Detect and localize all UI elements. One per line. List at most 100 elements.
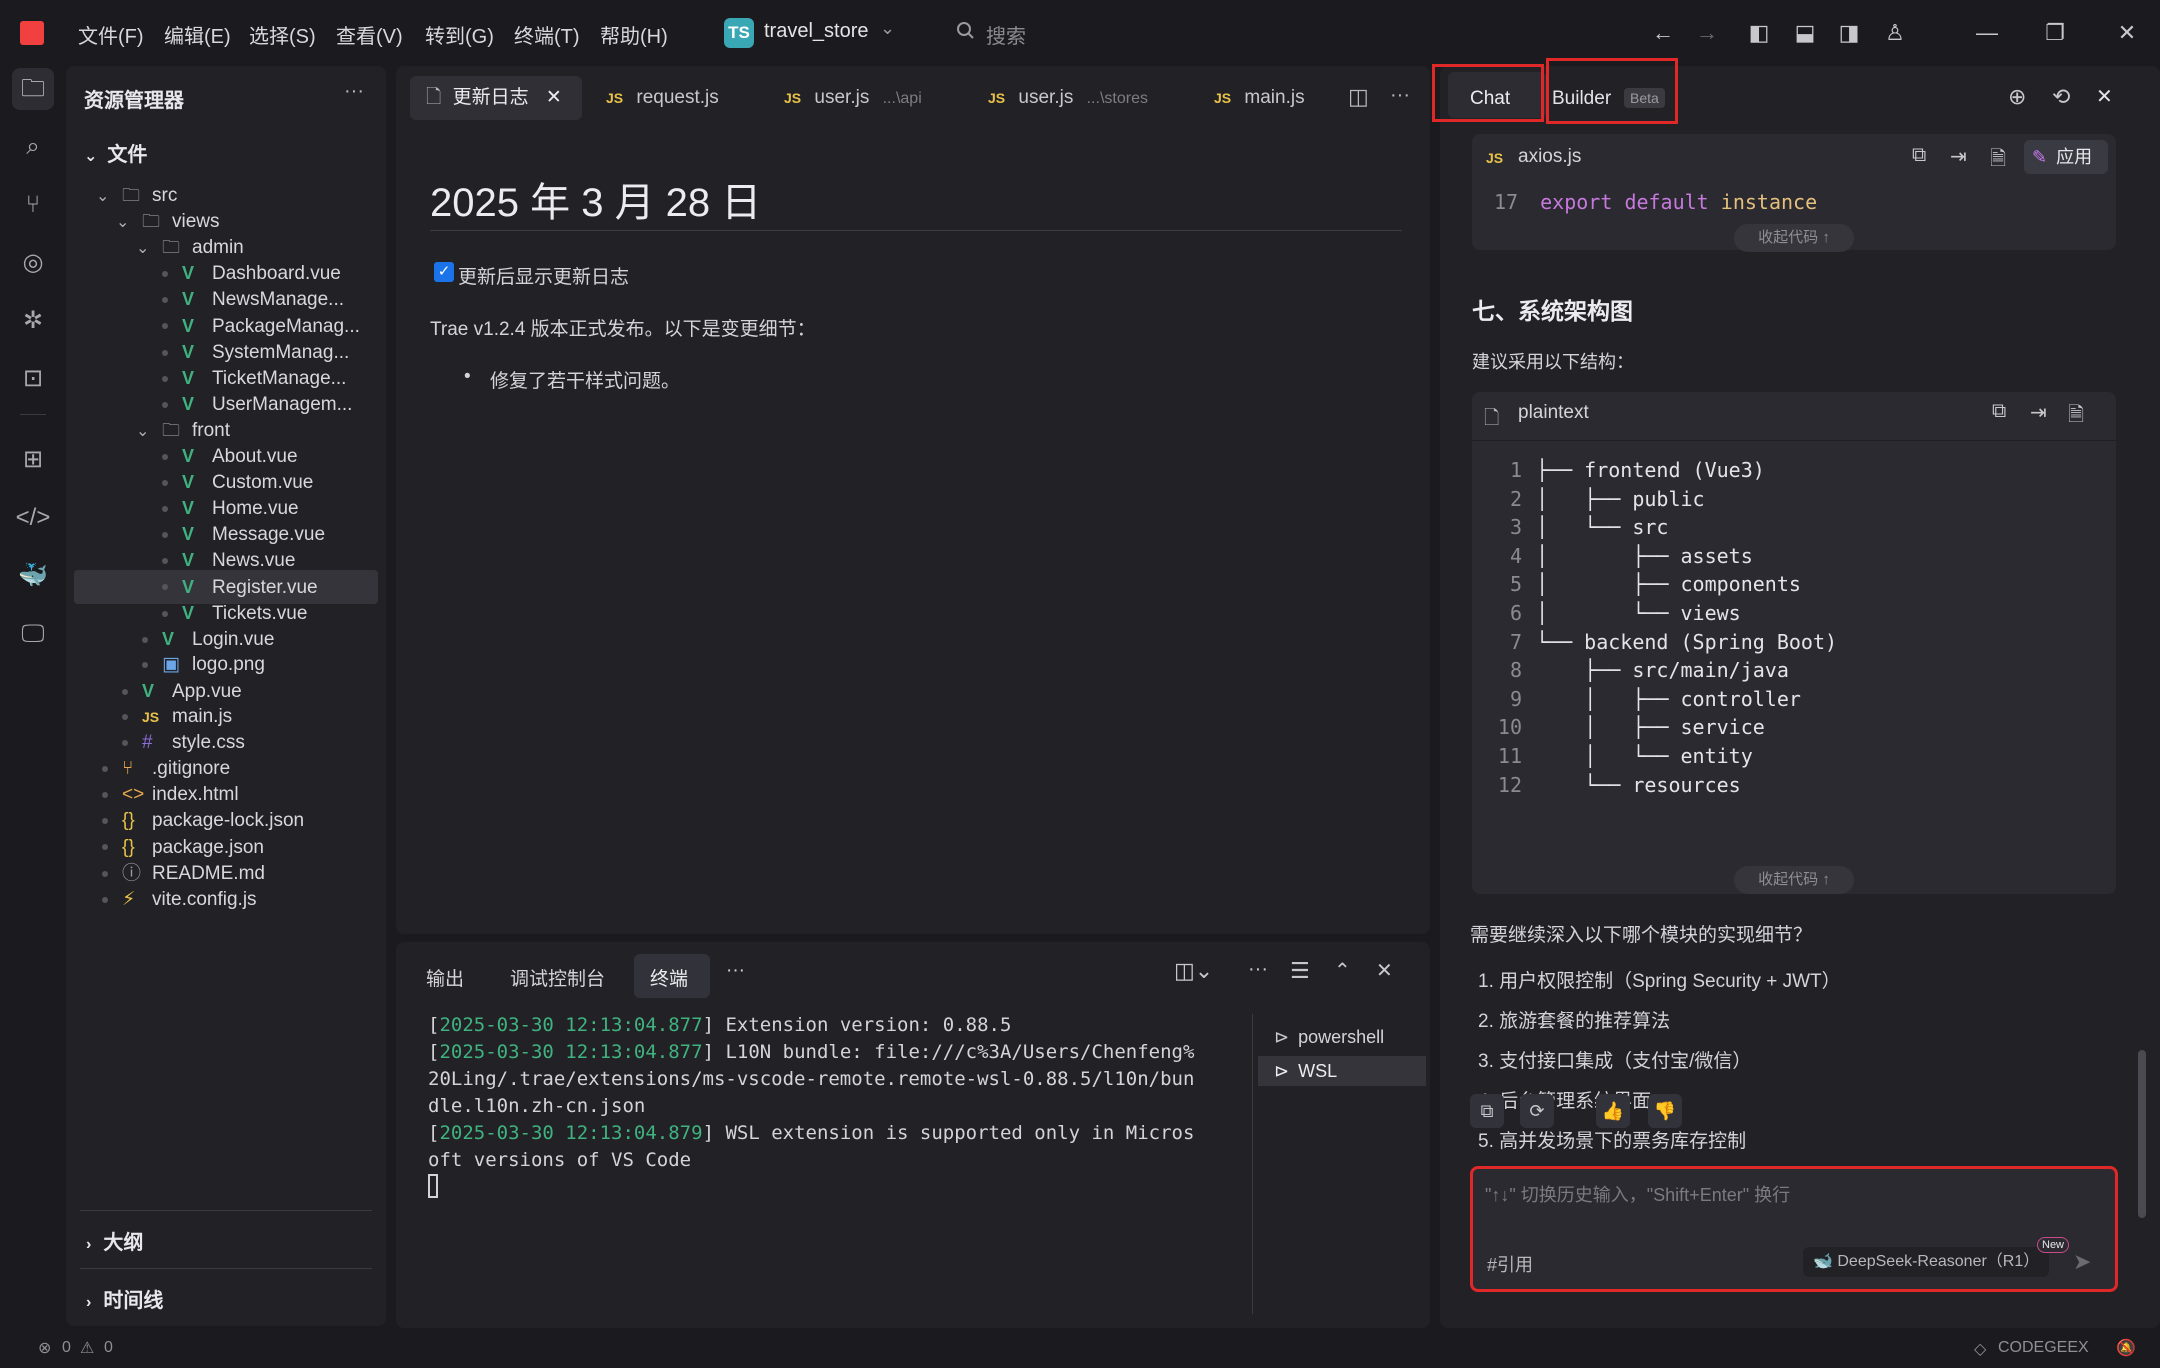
- send-icon[interactable]: ➤: [2073, 1249, 2091, 1275]
- search-icon[interactable]: [956, 20, 976, 48]
- chat-input-box[interactable]: "↑↓" 切换历史输入，"Shift+Enter" 换行 #引用 🐋 DeepS…: [1470, 1166, 2118, 1292]
- more-actions-icon[interactable]: ···: [1390, 84, 1410, 107]
- highlight-chat-tab: [1432, 64, 1544, 122]
- tab-output[interactable]: 输出: [426, 964, 464, 991]
- tree-item-label: Tickets.vue: [212, 602, 308, 624]
- apply-icon: ✎: [2032, 147, 2048, 167]
- back-arrow-icon[interactable]: ←: [1648, 18, 1678, 48]
- tree-item-label: Home.vue: [212, 498, 299, 520]
- collapse-code-button[interactable]: 收起代码 ↑: [1734, 224, 1854, 252]
- section-outline-header[interactable]: › 大纲: [86, 1226, 143, 1255]
- more-actions-icon[interactable]: ···: [344, 80, 364, 103]
- docker-icon[interactable]: 🐳: [12, 555, 54, 597]
- apply-button[interactable]: ✎ 应用: [2024, 140, 2108, 174]
- project-name[interactable]: travel_store: [764, 20, 869, 43]
- remote-window-icon[interactable]: ⊡: [12, 358, 54, 400]
- insert-icon[interactable]: ⇥: [2030, 400, 2047, 425]
- menu-terminal[interactable]: 终端(T): [514, 20, 580, 49]
- warning-count[interactable]: 0: [104, 1339, 113, 1357]
- close-icon[interactable]: ✕: [546, 87, 562, 108]
- section-files-header[interactable]: ⌄ 文件: [84, 138, 147, 167]
- menu-edit[interactable]: 编辑(E): [164, 20, 231, 49]
- remote-monitor-icon[interactable]: 🖵: [12, 613, 54, 655]
- copy-response-icon[interactable]: ⧉: [1470, 1094, 1504, 1128]
- copy-icon[interactable]: ⧉: [1912, 144, 1926, 167]
- tab-user-js-api[interactable]: JS user.js ...\api: [784, 76, 922, 120]
- search-activity-icon[interactable]: ⌕: [12, 126, 54, 168]
- close-window-icon[interactable]: ✕: [2112, 18, 2142, 48]
- thumbs-down-icon[interactable]: 👎: [1648, 1094, 1682, 1128]
- error-count[interactable]: 0: [62, 1339, 71, 1357]
- line-number: 4: [1509, 543, 1522, 568]
- terminal-item-powershell[interactable]: ⊳ powershell: [1258, 1022, 1384, 1052]
- line-number: 5: [1509, 572, 1522, 597]
- terminal-text: ] WSL extension is supported only in Mic…: [702, 1122, 1195, 1144]
- new-file-icon[interactable]: 🗎: [1990, 144, 2006, 178]
- close-panel-icon[interactable]: ✕: [1376, 958, 1393, 983]
- remote-explorer-icon[interactable]: ◎: [12, 242, 54, 284]
- collapse-code-button[interactable]: 收起代码 ↑: [1734, 866, 1854, 894]
- explorer-icon[interactable]: 🗀: [12, 68, 54, 110]
- menu-file[interactable]: 文件(F): [78, 20, 144, 49]
- terminal-output[interactable]: [2025-03-30 12:13:04.877] Extension vers…: [428, 1012, 1218, 1174]
- menu-help[interactable]: 帮助(H): [600, 20, 668, 49]
- code-text: │ └── src: [1536, 515, 1669, 540]
- chevron-down-icon[interactable]: ⌄: [880, 18, 895, 39]
- toggle-panel-icon[interactable]: ⬓: [1790, 18, 1820, 48]
- terminal-item-wsl[interactable]: ⊳ WSL: [1258, 1056, 1426, 1086]
- project-badge[interactable]: TS: [724, 18, 754, 48]
- model-selector[interactable]: 🐋 DeepSeek-Reasoner（R1）: [1803, 1247, 2050, 1277]
- changelog-bullet: 修复了若干样式问题。: [490, 371, 681, 392]
- thumbs-up-icon[interactable]: 👍: [1596, 1094, 1630, 1128]
- tab-user-js-stores[interactable]: JS user.js ...\stores: [988, 76, 1148, 120]
- tab-changelog[interactable]: 🗋 更新日志 ✕: [410, 76, 582, 120]
- forward-arrow-icon[interactable]: →: [1692, 18, 1722, 48]
- code-text: │ ├── components: [1536, 572, 1801, 597]
- toggle-right-panel-icon[interactable]: ◨: [1834, 18, 1864, 48]
- codegeex-icon[interactable]: ◇: [1974, 1339, 1986, 1359]
- notifications-icon[interactable]: 🔕: [2116, 1338, 2136, 1358]
- tab-debug-console[interactable]: 调试控制台: [510, 964, 605, 991]
- tab-terminal[interactable]: 终端: [650, 964, 688, 991]
- show-changelog-checkbox[interactable]: ✓: [434, 262, 454, 282]
- toggle-sidebar-icon[interactable]: ◧: [1744, 18, 1774, 48]
- menu-select[interactable]: 选择(S): [249, 20, 316, 49]
- minimize-icon[interactable]: —: [1972, 18, 2002, 48]
- debug-icon[interactable]: ✲: [12, 300, 54, 342]
- menu-goto[interactable]: 转到(G): [425, 20, 494, 49]
- tree-item-label: Login.vue: [192, 628, 275, 650]
- regenerate-icon[interactable]: ⟳: [1520, 1094, 1554, 1128]
- warning-icon[interactable]: ⚠: [80, 1338, 94, 1358]
- close-chat-icon[interactable]: ✕: [2096, 84, 2113, 109]
- panel-settings-icon[interactable]: ☰: [1290, 958, 1310, 984]
- new-chat-icon[interactable]: ⊕: [2008, 84, 2026, 110]
- split-terminal-icon[interactable]: ◫⌄: [1174, 958, 1213, 984]
- restore-icon[interactable]: ❐: [2040, 18, 2070, 48]
- panel-more-tabs[interactable]: ···: [726, 960, 745, 982]
- search-input[interactable]: 搜索: [986, 20, 1026, 49]
- menu-view[interactable]: 查看(V): [336, 20, 403, 49]
- copy-icon[interactable]: ⧉: [1992, 400, 2006, 423]
- split-editor-icon[interactable]: ◫: [1348, 84, 1369, 110]
- account-icon[interactable]: ♙: [1880, 18, 1910, 48]
- tab-main-js[interactable]: JS main.js: [1214, 76, 1305, 120]
- tab-request-js[interactable]: JS request.js: [606, 76, 719, 120]
- new-file-icon[interactable]: 🗎: [2068, 400, 2084, 434]
- insert-icon[interactable]: ⇥: [1950, 144, 1967, 169]
- chat-scrollbar[interactable]: [2138, 1050, 2146, 1218]
- section-timeline-header[interactable]: › 时间线: [86, 1284, 163, 1313]
- code-text: │ └── entity: [1536, 743, 1753, 768]
- terminal-text: ] Extension version: 0.88.5: [702, 1014, 1012, 1036]
- code-icon[interactable]: </>: [12, 497, 54, 539]
- history-icon[interactable]: ⟲: [2052, 84, 2070, 110]
- maximize-panel-icon[interactable]: ⌃: [1334, 958, 1351, 983]
- code-content[interactable]: 1 ├── frontend (Vue3) 2 │ ├── public 3 │ └── …: [1486, 456, 2106, 799]
- error-icon[interactable]: ⊗: [38, 1338, 51, 1358]
- extensions-icon[interactable]: ⊞: [12, 439, 54, 481]
- more-actions-icon[interactable]: ···: [1248, 958, 1268, 981]
- codegeex-label[interactable]: CODEGEEX: [1998, 1339, 2089, 1357]
- tree-item[interactable]: ⚡ vite.config.js: [74, 883, 378, 917]
- tab-label: 更新日志: [452, 87, 529, 108]
- source-control-icon[interactable]: ⑂: [12, 184, 54, 226]
- cite-button[interactable]: #引用: [1487, 1251, 1533, 1277]
